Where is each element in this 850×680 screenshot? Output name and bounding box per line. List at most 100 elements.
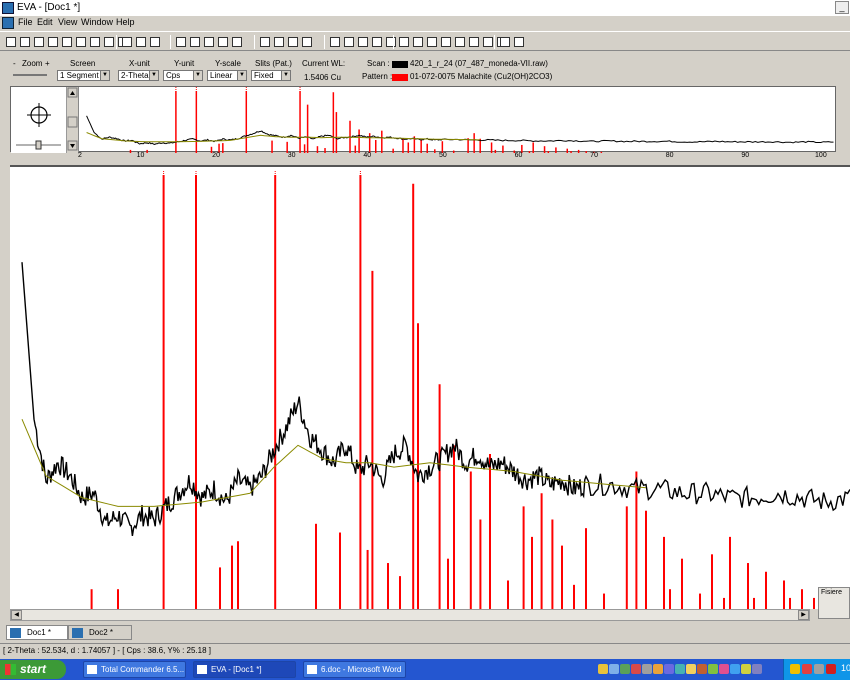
toolbar-button-icon[interactable] bbox=[370, 35, 384, 49]
toolbar-button-icon[interactable] bbox=[120, 35, 134, 49]
toolbar-button-icon[interactable] bbox=[411, 35, 425, 49]
status-bar: [ 2-Theta : 52.534, d : 1.74057 ] - [ Cp… bbox=[0, 643, 850, 657]
toolbar-button-icon[interactable] bbox=[32, 35, 46, 49]
toolbar-button-icon[interactable] bbox=[453, 35, 467, 49]
overview-scrollbar[interactable] bbox=[67, 87, 79, 153]
task-total-commander[interactable]: Total Commander 6.5... bbox=[83, 661, 186, 678]
taskbar: start Total Commander 6.5... EVA - [Doc1… bbox=[0, 659, 850, 680]
x-tick-label: 10 bbox=[136, 152, 145, 159]
x-tick-label: 40 bbox=[363, 152, 372, 159]
pattern-label: Pattern : bbox=[362, 72, 393, 81]
quick-launch-icon[interactable] bbox=[708, 664, 718, 674]
yscale-select[interactable]: Linear ▼ bbox=[207, 70, 247, 81]
toolbar-button-icon[interactable] bbox=[4, 35, 18, 49]
x-tick-label: 30 bbox=[287, 152, 296, 159]
menu-edit[interactable]: Edit bbox=[37, 17, 53, 27]
scroll-right-button[interactable]: ▶ bbox=[798, 610, 809, 620]
quick-launch-icon[interactable] bbox=[741, 664, 751, 674]
task-eva[interactable]: EVA - [Doc1 *] bbox=[193, 661, 296, 678]
toolbar-button-icon[interactable] bbox=[356, 35, 370, 49]
document-icon[interactable] bbox=[2, 17, 14, 29]
toolbar-button-icon[interactable] bbox=[102, 35, 116, 49]
slits-select[interactable]: Fixed ▼ bbox=[251, 70, 291, 81]
toolbar-button-icon[interactable] bbox=[216, 35, 230, 49]
quick-launch-icon[interactable] bbox=[664, 664, 674, 674]
yunit-select[interactable]: Cps ▼ bbox=[163, 70, 203, 81]
minimize-button[interactable]: _ bbox=[835, 1, 849, 14]
main-plot[interactable] bbox=[10, 165, 850, 609]
files-panel-label: Fisiere bbox=[821, 589, 843, 596]
x-tick-label: 2 bbox=[78, 152, 82, 159]
quick-launch-icon[interactable] bbox=[620, 664, 630, 674]
quick-launch-icon[interactable] bbox=[609, 664, 619, 674]
toolbar-button-icon[interactable] bbox=[202, 35, 216, 49]
tray-icon[interactable] bbox=[814, 664, 824, 674]
chevron-down-icon: ▼ bbox=[237, 71, 246, 80]
app-icon bbox=[87, 665, 97, 674]
quick-launch-icon[interactable] bbox=[730, 664, 740, 674]
menu-file[interactable]: File bbox=[18, 17, 33, 27]
quick-launch-icon[interactable] bbox=[697, 664, 707, 674]
toolbar-button-icon[interactable] bbox=[481, 35, 495, 49]
toolbar-button-icon[interactable] bbox=[512, 35, 526, 49]
toolbar-button-icon[interactable] bbox=[272, 35, 286, 49]
menu-help[interactable]: Help bbox=[116, 17, 135, 27]
overview-tool-area[interactable] bbox=[11, 87, 67, 153]
overview-chart[interactable] bbox=[79, 87, 836, 153]
quick-launch-icon[interactable] bbox=[598, 664, 608, 674]
toolbar-button-icon[interactable] bbox=[46, 35, 60, 49]
quick-launch-icon[interactable] bbox=[631, 664, 641, 674]
quick-launch-icon[interactable] bbox=[752, 664, 762, 674]
xunit-select[interactable]: 2-Theta ▼ bbox=[118, 70, 159, 81]
scroll-left-button[interactable]: ◀ bbox=[11, 610, 22, 620]
toolbar-button-icon[interactable] bbox=[18, 35, 32, 49]
menu-view[interactable]: View bbox=[58, 17, 77, 27]
quick-launch-icon[interactable] bbox=[642, 664, 652, 674]
toolbar-button-icon[interactable] bbox=[397, 35, 411, 49]
toolbar-button-icon[interactable] bbox=[74, 35, 88, 49]
toolbar-button-icon[interactable] bbox=[286, 35, 300, 49]
quick-launch-icon[interactable] bbox=[686, 664, 696, 674]
toolbar-button-icon[interactable] bbox=[384, 35, 398, 49]
toolbar-button-icon[interactable] bbox=[148, 35, 162, 49]
slits-label: Slits (Pat.) bbox=[255, 59, 292, 68]
screen-select[interactable]: 1 Segment ▼ bbox=[57, 70, 110, 81]
tray-icon[interactable] bbox=[826, 664, 836, 674]
toolbar-button-icon[interactable] bbox=[467, 35, 481, 49]
toolbar-button-icon[interactable] bbox=[258, 35, 272, 49]
x-tick-label: 20 bbox=[212, 152, 220, 159]
toolbar-button-icon[interactable] bbox=[60, 35, 74, 49]
chevron-down-icon: ▼ bbox=[281, 71, 290, 80]
quick-launch-icon[interactable] bbox=[675, 664, 685, 674]
tray-icon[interactable] bbox=[802, 664, 812, 674]
toolbar-button-icon[interactable] bbox=[328, 35, 342, 49]
toolbar-button-icon[interactable] bbox=[425, 35, 439, 49]
clock: 10 bbox=[841, 663, 850, 673]
toolbar-button-icon[interactable] bbox=[230, 35, 244, 49]
quick-launch-icon[interactable] bbox=[719, 664, 729, 674]
tray-icon[interactable] bbox=[790, 664, 800, 674]
tab-doc2[interactable]: Doc2 * bbox=[68, 625, 132, 640]
toolbar-button-icon[interactable] bbox=[498, 35, 512, 49]
wavelength-label: Current WL: bbox=[302, 59, 346, 68]
crosshair-icon[interactable] bbox=[11, 87, 67, 153]
overview-pane[interactable] bbox=[10, 86, 836, 153]
toolbar-button-icon[interactable] bbox=[188, 35, 202, 49]
toolbar-button-icon[interactable] bbox=[174, 35, 188, 49]
tab-doc1[interactable]: Doc1 * bbox=[6, 625, 68, 640]
files-panel[interactable]: Fisiere bbox=[818, 587, 850, 619]
chevron-down-icon: ▼ bbox=[149, 71, 158, 80]
toolbar-button-icon[interactable] bbox=[134, 35, 148, 49]
menu-window[interactable]: Window bbox=[81, 17, 113, 27]
toolbar-button-icon[interactable] bbox=[439, 35, 453, 49]
toolbar-button-icon[interactable] bbox=[88, 35, 102, 49]
start-button[interactable]: start bbox=[0, 660, 66, 679]
task-word[interactable]: 6.doc - Microsoft Word bbox=[303, 661, 406, 678]
scan-line bbox=[86, 115, 834, 146]
horizontal-scrollbar[interactable]: ◀ ▶ bbox=[10, 609, 810, 621]
x-tick-label: 70 bbox=[590, 152, 598, 159]
toolbar-button-icon[interactable] bbox=[300, 35, 314, 49]
zoom-slider[interactable] bbox=[13, 74, 47, 76]
quick-launch-icon[interactable] bbox=[653, 664, 663, 674]
toolbar-button-icon[interactable] bbox=[342, 35, 356, 49]
